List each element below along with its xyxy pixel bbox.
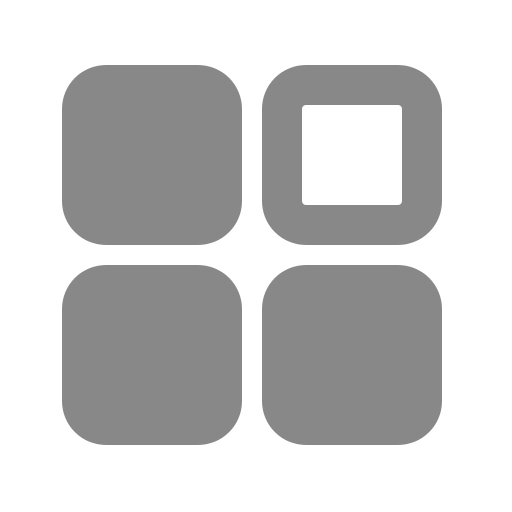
grid-apps-icon [0, 0, 512, 512]
tile-top-right-hollow [302, 105, 402, 205]
tile-top-right [262, 65, 442, 245]
tile-top-left [62, 65, 242, 245]
tile-bottom-left [62, 265, 242, 445]
tile-bottom-right [262, 265, 442, 445]
